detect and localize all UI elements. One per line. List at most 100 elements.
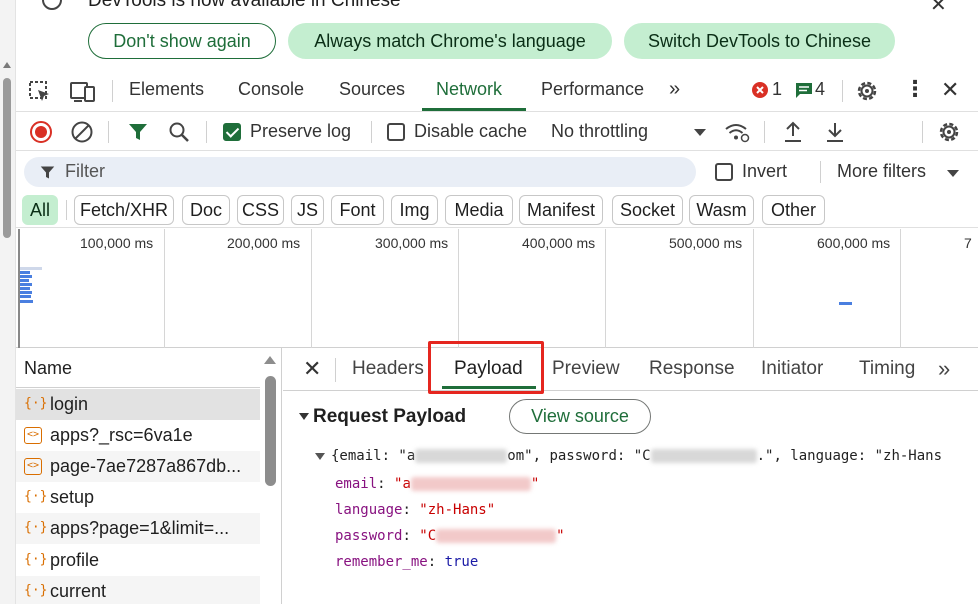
message-count[interactable]: 4 bbox=[815, 79, 825, 100]
error-icon[interactable] bbox=[751, 81, 769, 99]
request-row[interactable]: <> page-7ae7287a867db... bbox=[16, 451, 260, 482]
page-scrollbar[interactable] bbox=[0, 0, 16, 604]
fetch-request-icon: {·} bbox=[24, 552, 48, 567]
scroll-up-arrow-icon[interactable] bbox=[3, 62, 11, 68]
device-toolbar-icon[interactable] bbox=[70, 80, 96, 104]
payload-value: "a bbox=[394, 476, 411, 492]
network-settings-gear-icon[interactable] bbox=[937, 120, 961, 144]
name-column-header[interactable]: Name bbox=[16, 348, 260, 388]
timeline-request-bar bbox=[20, 300, 33, 303]
switch-to-chinese-button[interactable]: Switch DevTools to Chinese bbox=[624, 23, 895, 59]
request-row[interactable]: {·} login bbox=[16, 389, 260, 420]
timeline-overview[interactable]: 100,000 ms 200,000 ms 300,000 ms 400,000… bbox=[16, 229, 978, 348]
filter-chip-other[interactable]: Other bbox=[762, 195, 825, 225]
filter-input[interactable]: Filter bbox=[24, 157, 696, 187]
tab-network[interactable]: Network bbox=[436, 79, 502, 100]
view-source-button[interactable]: View source bbox=[509, 399, 651, 434]
divider bbox=[112, 80, 113, 102]
inspect-element-icon[interactable] bbox=[28, 80, 52, 104]
filter-chip-doc[interactable]: Doc bbox=[182, 195, 230, 225]
tab-initiator[interactable]: Initiator bbox=[761, 358, 823, 380]
search-icon[interactable] bbox=[168, 121, 190, 143]
timeline-gridline bbox=[900, 229, 901, 348]
disable-cache-checkbox[interactable] bbox=[387, 123, 405, 141]
more-filters-button[interactable]: More filters bbox=[837, 161, 926, 182]
request-row[interactable]: {·} setup bbox=[16, 482, 260, 513]
tab-preview[interactable]: Preview bbox=[552, 358, 620, 380]
filter-chip-manifest[interactable]: Manifest bbox=[519, 195, 603, 225]
redacted-value bbox=[415, 449, 508, 463]
more-tabs-chevron-icon[interactable]: » bbox=[669, 78, 680, 101]
filter-chip-img[interactable]: Img bbox=[391, 195, 438, 225]
scroll-up-arrow-icon[interactable] bbox=[264, 356, 276, 364]
fetch-request-icon: {·} bbox=[24, 583, 48, 598]
invert-label[interactable]: Invert bbox=[742, 161, 787, 182]
filter-chip-css[interactable]: CSS bbox=[237, 195, 284, 225]
filter-chip-fetch-xhr[interactable]: Fetch/XHR bbox=[74, 195, 174, 225]
more-tabs-chevron-icon[interactable]: » bbox=[938, 356, 950, 382]
preserve-log-checkbox[interactable] bbox=[223, 123, 241, 141]
tab-sources[interactable]: Sources bbox=[339, 79, 405, 100]
resource-type-filters: All Fetch/XHR Doc CSS JS Font Img Media … bbox=[16, 192, 978, 228]
timeline-tick-label: 7 bbox=[964, 235, 972, 251]
preserve-log-label[interactable]: Preserve log bbox=[250, 121, 351, 142]
main-tab-bar: Elements Console Sources Network Perform… bbox=[16, 70, 978, 112]
divider bbox=[206, 121, 207, 143]
payload-summary[interactable]: {email: "a om", password: "C .", language:… bbox=[315, 448, 942, 464]
tab-console[interactable]: Console bbox=[238, 79, 304, 100]
error-count[interactable]: 1 bbox=[772, 79, 782, 100]
request-name: profile bbox=[50, 550, 100, 570]
request-list-scrollbar[interactable] bbox=[264, 356, 276, 604]
message-icon[interactable] bbox=[795, 82, 813, 99]
payload-field-remember-me[interactable]: remember_me: true bbox=[335, 554, 478, 570]
filter-chip-socket[interactable]: Socket bbox=[612, 195, 683, 225]
tab-headers[interactable]: Headers bbox=[352, 358, 424, 380]
settings-gear-icon[interactable] bbox=[855, 79, 879, 103]
banner-close-icon[interactable]: ✕ bbox=[930, 0, 947, 17]
disable-cache-label[interactable]: Disable cache bbox=[414, 121, 527, 142]
tab-timing[interactable]: Timing bbox=[859, 358, 915, 380]
scrollbar-thumb[interactable] bbox=[3, 78, 11, 238]
request-row[interactable]: {·} apps?page=1&limit=... bbox=[16, 513, 260, 544]
timeline-tick-label: 100,000 ms bbox=[80, 235, 154, 251]
filter-chip-wasm[interactable]: Wasm bbox=[689, 195, 754, 225]
throttling-select[interactable]: No throttling bbox=[551, 121, 648, 142]
request-row[interactable]: <> apps?_rsc=6va1e bbox=[16, 420, 260, 451]
record-stop-icon[interactable] bbox=[29, 120, 53, 144]
payload-value: "zh-Hans" bbox=[419, 502, 496, 518]
request-row[interactable]: {·} profile bbox=[16, 545, 260, 576]
network-conditions-wifi-icon[interactable] bbox=[724, 121, 750, 143]
more-filters-chevron-icon[interactable] bbox=[947, 170, 959, 177]
payload-summary-end: .", language: "zh-Hans bbox=[756, 448, 943, 464]
divider bbox=[66, 200, 67, 220]
expand-triangle-icon[interactable] bbox=[315, 452, 325, 460]
payload-field-language[interactable]: language: "zh-Hans" bbox=[335, 502, 495, 518]
filter-chip-js[interactable]: JS bbox=[291, 195, 324, 225]
timeline-request-bar bbox=[20, 267, 42, 270]
clear-icon[interactable] bbox=[70, 120, 94, 144]
request-row[interactable]: {·} current bbox=[16, 576, 260, 604]
divider bbox=[922, 121, 923, 143]
scrollbar-thumb[interactable] bbox=[265, 376, 276, 486]
timeline-request-bar bbox=[20, 279, 29, 282]
tab-performance[interactable]: Performance bbox=[541, 79, 644, 100]
more-options-icon[interactable]: ⋮ bbox=[904, 76, 926, 102]
invert-checkbox[interactable] bbox=[715, 163, 733, 181]
close-devtools-icon[interactable]: ✕ bbox=[941, 77, 959, 103]
close-detail-icon[interactable]: ✕ bbox=[303, 356, 321, 382]
filter-funnel-icon[interactable] bbox=[128, 122, 148, 142]
filter-chip-all[interactable]: All bbox=[22, 195, 58, 225]
filter-chip-media[interactable]: Media bbox=[445, 195, 513, 225]
request-payload-section[interactable]: Request Payload bbox=[299, 406, 466, 428]
filter-chip-font[interactable]: Font bbox=[331, 195, 384, 225]
import-har-upload-icon[interactable] bbox=[782, 120, 804, 144]
throttling-dropdown-chevron-icon[interactable] bbox=[694, 129, 706, 136]
always-match-language-button[interactable]: Always match Chrome's language bbox=[288, 23, 612, 59]
payload-field-email[interactable]: email: "a " bbox=[335, 476, 539, 492]
tab-elements[interactable]: Elements bbox=[129, 79, 204, 100]
export-har-download-icon[interactable] bbox=[824, 120, 846, 144]
dont-show-again-button[interactable]: Don't show again bbox=[88, 23, 276, 59]
collapse-triangle-icon[interactable] bbox=[299, 413, 309, 421]
payload-field-password[interactable]: password: "C " bbox=[335, 528, 565, 544]
tab-response[interactable]: Response bbox=[649, 358, 735, 380]
